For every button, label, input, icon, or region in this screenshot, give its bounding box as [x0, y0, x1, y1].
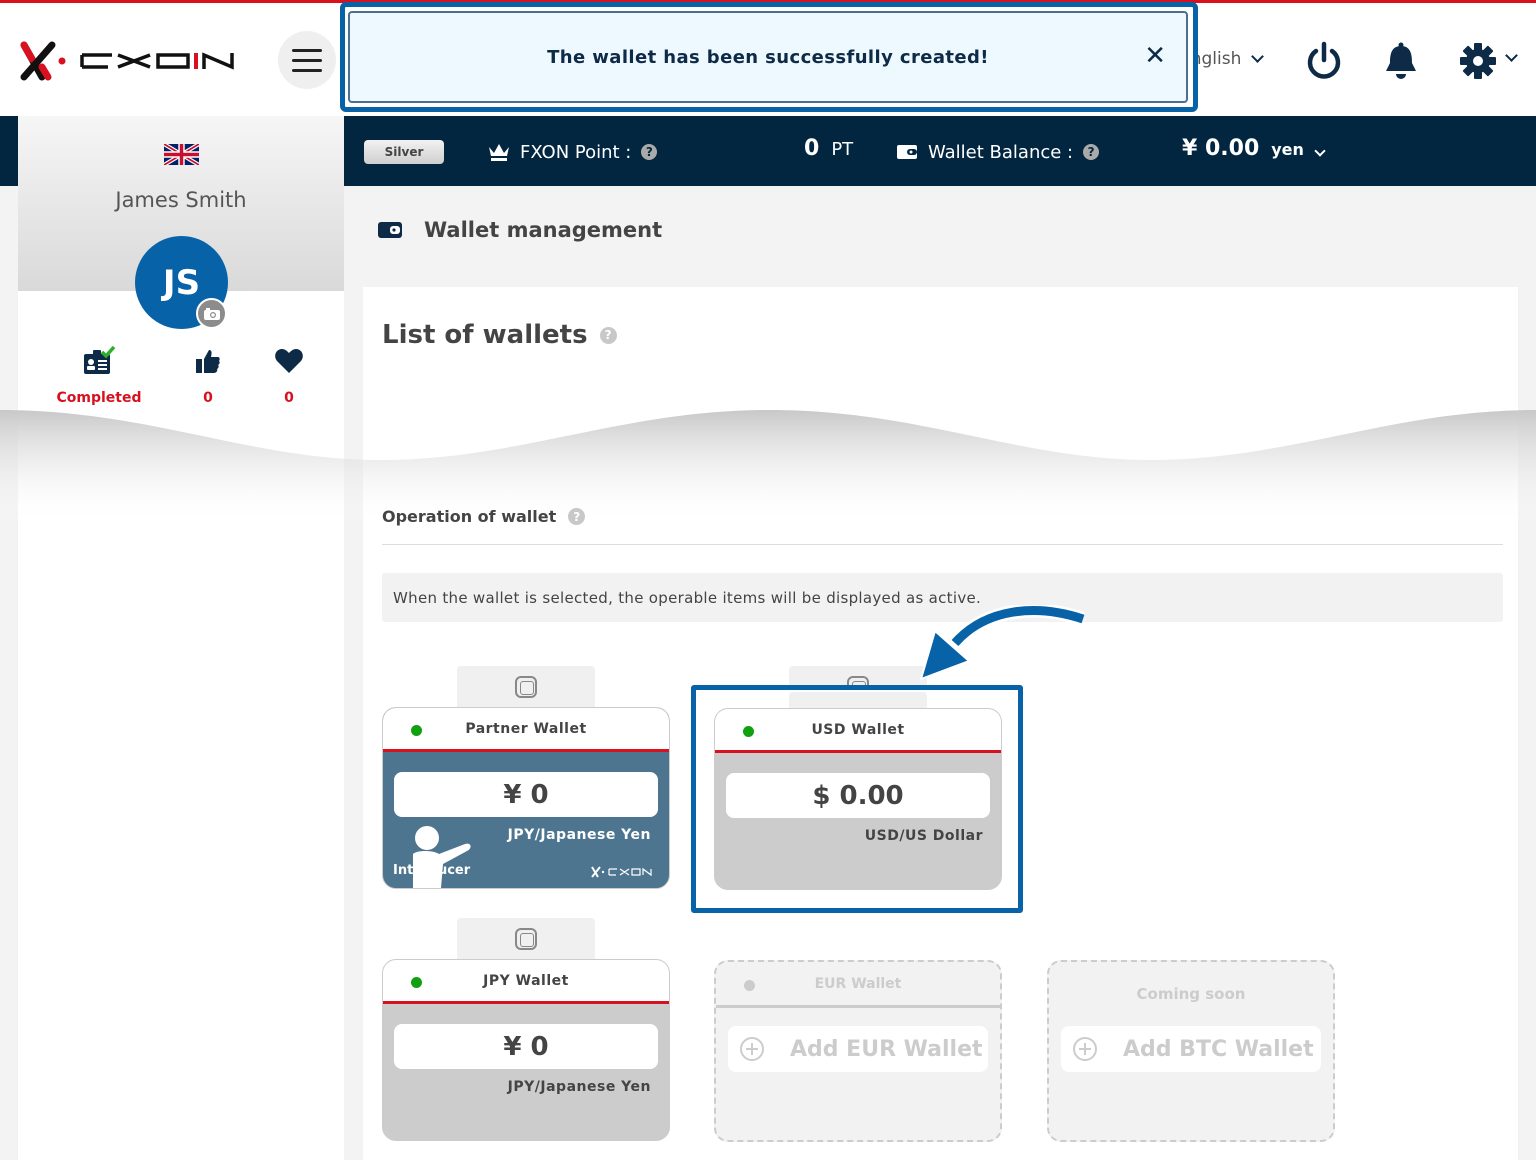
- usd-wallet-card[interactable]: USD Wallet $ 0.00 USD/US Dollar: [714, 708, 1002, 890]
- points-value: 0 PT: [804, 136, 853, 161]
- wallet-name: Partner Wallet: [465, 720, 587, 737]
- introducer-figure-icon: [413, 826, 471, 888]
- close-icon[interactable]: ✕: [1144, 43, 1166, 69]
- power-icon[interactable]: [1304, 41, 1344, 81]
- chevron-down-icon: [1251, 50, 1265, 63]
- btc-wallet-placeholder: Coming soon Add BTC Wallet: [1047, 960, 1335, 1142]
- uk-flag-icon[interactable]: [164, 144, 199, 165]
- fxon-point-label: FXON Point : ?: [488, 140, 658, 164]
- checkbox-icon: [515, 928, 537, 950]
- wallet-name: USD Wallet: [811, 721, 905, 738]
- fxon-mini-logo: [591, 866, 652, 878]
- help-icon[interactable]: ?: [599, 326, 617, 344]
- sidebar: James Smith JS Completed 0 0: [18, 116, 344, 1160]
- toast-message: The wallet has been successfully created…: [547, 46, 989, 68]
- status-dot: [744, 980, 755, 991]
- fxon-logo[interactable]: [18, 39, 238, 83]
- balance-unit: yen: [1271, 140, 1304, 159]
- wallet-amount: $ 0.00: [726, 773, 990, 818]
- operation-title-text: Operation of wallet: [382, 507, 557, 526]
- wallet-select-tab[interactable]: [457, 918, 595, 962]
- balance-amount: ¥ 0.00: [1182, 136, 1260, 161]
- help-icon[interactable]: ?: [641, 144, 658, 160]
- settings-chevron-icon[interactable]: [1505, 49, 1518, 62]
- help-icon[interactable]: ?: [1083, 144, 1100, 160]
- add-eur-wallet-button[interactable]: Add EUR Wallet: [728, 1026, 988, 1072]
- menu-button[interactable]: [278, 31, 336, 89]
- wallet-select-tab[interactable]: [457, 666, 595, 710]
- gear-icon[interactable]: [1458, 41, 1498, 81]
- points-label-text: FXON Point :: [520, 141, 632, 163]
- verification-status[interactable]: Completed: [54, 346, 144, 406]
- wallet-currency: JPY/Japanese Yen: [507, 1079, 651, 1095]
- status-dot: [411, 725, 422, 736]
- status-dot: [743, 726, 754, 737]
- page-title-text: Wallet management: [424, 218, 663, 242]
- favorites-stat[interactable]: 0: [244, 346, 334, 406]
- stat-label: 0: [203, 390, 213, 406]
- wallet-currency: USD/US Dollar: [864, 828, 983, 844]
- wallet-name: JPY Wallet: [483, 972, 569, 989]
- wallet-amount: ¥ 0: [394, 772, 658, 817]
- wallet-balance-label: Wallet Balance : ?: [896, 140, 1100, 164]
- heart-icon: [275, 349, 303, 373]
- add-button-label: Add BTC Wallet: [1123, 1036, 1314, 1062]
- partner-wallet-card[interactable]: Partner Wallet ¥ 0 JPY/Japanese Yen Intr…: [382, 707, 670, 889]
- eur-wallet-placeholder: EUR Wallet Add EUR Wallet: [714, 960, 1002, 1142]
- wallet-icon: [378, 222, 402, 238]
- add-button-label: Add EUR Wallet: [790, 1036, 983, 1062]
- bell-icon[interactable]: [1381, 41, 1421, 81]
- points-unit: PT: [831, 139, 854, 160]
- chevron-down-icon: [1314, 145, 1326, 157]
- success-toast: The wallet has been successfully created…: [348, 11, 1188, 103]
- wallet-tab-lower: [789, 692, 927, 708]
- rank-badge: Silver: [364, 140, 444, 164]
- balance-selector[interactable]: ¥ 0.00 yen: [1182, 136, 1326, 161]
- add-btc-wallet-button[interactable]: Add BTC Wallet: [1061, 1026, 1321, 1072]
- introducer-badge: Introducer: [393, 863, 471, 878]
- hamburger-icon: [292, 48, 322, 72]
- wallet-amount: ¥ 0: [394, 1024, 658, 1069]
- wallet-name: EUR Wallet: [814, 975, 902, 992]
- status-dot: [411, 977, 422, 988]
- operation-of-wallet-title: Operation of wallet ?: [382, 507, 586, 526]
- points-number: 0: [804, 136, 820, 161]
- pointer-arrow-icon: [919, 605, 1086, 681]
- checkbox-icon: [515, 676, 537, 698]
- list-title-text: List of wallets: [382, 320, 588, 350]
- help-icon[interactable]: ?: [568, 508, 586, 525]
- list-of-wallets-title: List of wallets ?: [382, 320, 617, 350]
- page-title: Wallet management: [378, 218, 662, 242]
- wallet-icon: [897, 145, 917, 159]
- id-card-check-icon: [84, 346, 116, 374]
- stat-label: 0: [284, 390, 294, 406]
- balance-label-text: Wallet Balance :: [928, 141, 1074, 163]
- divider: [382, 544, 1503, 545]
- plus-circle-icon: [740, 1037, 764, 1061]
- likes-stat[interactable]: 0: [163, 346, 253, 406]
- thumbs-up-icon: [196, 350, 220, 373]
- camera-icon[interactable]: [196, 298, 227, 329]
- coming-soon-label: Coming soon: [1136, 985, 1246, 1003]
- crown-icon: [489, 144, 509, 161]
- jpy-wallet-card[interactable]: JPY Wallet ¥ 0 JPY/Japanese Yen: [382, 959, 670, 1141]
- user-name: James Smith: [115, 188, 247, 212]
- plus-circle-icon: [1073, 1037, 1097, 1061]
- stat-label: Completed: [56, 390, 142, 406]
